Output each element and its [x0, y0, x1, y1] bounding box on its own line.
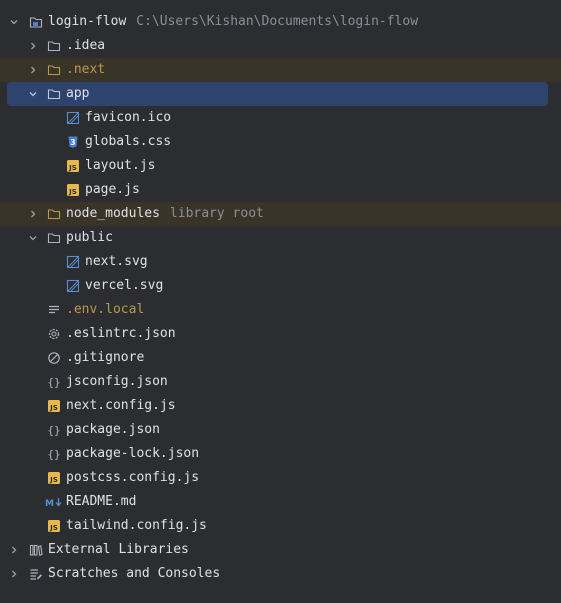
tree-row-project-root[interactable]: login-flow C:\Users\Kishan\Documents\logi…: [0, 10, 561, 34]
file-label: next.config.js: [66, 398, 176, 413]
tree-row-external-libraries[interactable]: External Libraries: [0, 538, 561, 562]
tree-row-next-svg[interactable]: next.svg: [0, 250, 561, 274]
json-file-icon: {}: [47, 375, 61, 389]
js-file-icon: JS: [66, 159, 80, 173]
file-label: .env.local: [66, 302, 145, 317]
scratches-icon: [29, 567, 43, 581]
svg-text:M: M: [45, 499, 54, 509]
svg-text:JS: JS: [68, 188, 77, 196]
file-label: page.js: [85, 182, 140, 197]
file-label: package.json: [66, 422, 160, 437]
folder-icon: [47, 207, 61, 221]
tree-row-idea[interactable]: .idea: [0, 34, 561, 58]
tree-row-public[interactable]: public: [0, 226, 561, 250]
chevron-right-icon[interactable]: [8, 538, 20, 562]
js-file-icon: JS: [47, 399, 61, 413]
folder-label: app: [66, 86, 90, 101]
folder-label: node_modules: [66, 206, 160, 221]
folder-label: public: [66, 230, 113, 245]
project-folder-icon: [29, 15, 43, 29]
library-icon: [29, 543, 43, 557]
markdown-file-icon: M: [45, 495, 63, 509]
image-file-icon: [66, 255, 80, 269]
gear-config-icon: [47, 327, 61, 341]
chevron-right-icon[interactable]: [27, 202, 39, 226]
file-label: vercel.svg: [85, 278, 164, 293]
tree-row-favicon[interactable]: favicon.ico: [0, 106, 561, 130]
chevron-right-icon[interactable]: [27, 34, 39, 58]
tree-row-package-lock[interactable]: {} package-lock.json: [0, 442, 561, 466]
file-label: tailwind.config.js: [66, 518, 207, 533]
text-file-icon: [47, 303, 61, 317]
file-label: postcss.config.js: [66, 470, 200, 485]
svg-text:3: 3: [70, 138, 75, 147]
file-label: package-lock.json: [66, 446, 200, 461]
chevron-right-icon[interactable]: [27, 58, 39, 82]
tree-row-tailwind-config[interactable]: JS tailwind.config.js: [0, 514, 561, 538]
svg-text:JS: JS: [49, 404, 58, 412]
js-file-icon: JS: [47, 519, 61, 533]
file-label: next.svg: [85, 254, 148, 269]
svg-text:{}: {}: [47, 376, 60, 389]
tree-row-vercel-svg[interactable]: vercel.svg: [0, 274, 561, 298]
file-label: README.md: [66, 494, 137, 509]
tree-row-node-modules[interactable]: node_modules library root: [0, 202, 561, 226]
ignore-file-icon: [47, 351, 61, 365]
library-root-hint: library root: [169, 206, 264, 221]
css-file-icon: 3: [66, 135, 80, 149]
js-file-icon: JS: [47, 471, 61, 485]
tree-row-postcss-config[interactable]: JS postcss.config.js: [0, 466, 561, 490]
file-label: .eslintrc.json: [66, 326, 176, 341]
json-file-icon: {}: [47, 423, 61, 437]
project-path: C:\Users\Kishan\Documents\login-flow: [136, 14, 419, 29]
folder-icon: [47, 39, 61, 53]
file-label: favicon.ico: [85, 110, 172, 125]
file-label: jsconfig.json: [66, 374, 168, 389]
tree-row-next-config[interactable]: JS next.config.js: [0, 394, 561, 418]
tree-row-layout[interactable]: JS layout.js: [0, 154, 561, 178]
folder-icon: [47, 231, 61, 245]
tree-row-readme[interactable]: M README.md: [0, 490, 561, 514]
tree-row-env-local[interactable]: .env.local: [0, 298, 561, 322]
svg-text:JS: JS: [68, 164, 77, 172]
tree-row-scratches[interactable]: Scratches and Consoles: [0, 562, 561, 586]
file-label: globals.css: [85, 134, 172, 149]
chevron-down-icon[interactable]: [27, 82, 39, 106]
json-file-icon: {}: [47, 447, 61, 461]
tree-row-jsconfig[interactable]: {} jsconfig.json: [0, 370, 561, 394]
folder-label: .idea: [66, 38, 106, 53]
tree-row-page[interactable]: JS page.js: [0, 178, 561, 202]
svg-text:JS: JS: [49, 524, 58, 532]
chevron-down-icon[interactable]: [27, 226, 39, 250]
image-file-icon: [66, 279, 80, 293]
svg-text:{}: {}: [47, 448, 60, 461]
chevron-right-icon[interactable]: [8, 562, 20, 586]
project-name: login-flow: [48, 14, 127, 29]
tree-row-package-json[interactable]: {} package.json: [0, 418, 561, 442]
tree-row-gitignore[interactable]: .gitignore: [0, 346, 561, 370]
tree-row-eslintrc[interactable]: .eslintrc.json: [0, 322, 561, 346]
tree-row-globals[interactable]: 3 globals.css: [0, 130, 561, 154]
file-label: .gitignore: [66, 350, 145, 365]
svg-text:JS: JS: [49, 476, 58, 484]
tree-row-next[interactable]: .next: [0, 58, 561, 82]
file-label: layout.js: [85, 158, 156, 173]
tree-label: Scratches and Consoles: [48, 566, 221, 581]
chevron-down-icon[interactable]: [8, 10, 20, 34]
project-tree: login-flow C:\Users\Kishan\Documents\logi…: [0, 0, 561, 603]
svg-text:{}: {}: [47, 424, 60, 437]
image-file-icon: [66, 111, 80, 125]
tree-label: External Libraries: [48, 542, 189, 557]
folder-label: .next: [66, 62, 106, 77]
js-file-icon: JS: [66, 183, 80, 197]
folder-icon: [47, 63, 61, 77]
folder-icon: [47, 87, 61, 101]
tree-row-app[interactable]: app: [7, 82, 548, 106]
